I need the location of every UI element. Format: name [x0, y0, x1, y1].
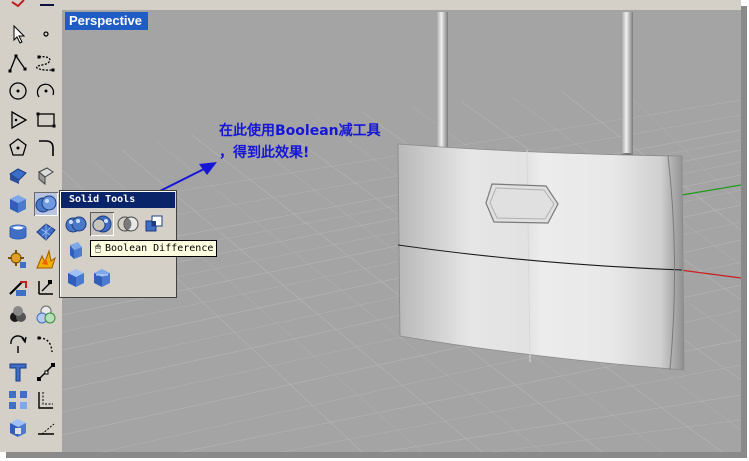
snap-icon[interactable] — [34, 416, 58, 440]
boolean-difference-tooltip: 🖱 Boolean Difference — [90, 240, 218, 257]
tooltip-text: Boolean Difference — [105, 243, 214, 254]
group-icon[interactable] — [6, 303, 30, 327]
bend-icon[interactable] — [34, 332, 58, 356]
window-shadow-right — [741, 6, 747, 455]
explode-icon[interactable] — [34, 248, 58, 272]
main-toolbar — [0, 0, 62, 452]
boolean-split-icon[interactable] — [142, 212, 166, 236]
layers-icon[interactable] — [6, 388, 30, 412]
annotation-line-1: 在此使用Boolean减工具 — [219, 123, 381, 139]
extrude-icon[interactable] — [34, 164, 58, 188]
array-icon[interactable] — [34, 303, 58, 327]
boolean-intersection-icon[interactable] — [116, 212, 140, 236]
undo-icon[interactable] — [6, 0, 30, 10]
transform-icon[interactable] — [6, 248, 30, 272]
arc-icon[interactable] — [34, 79, 58, 103]
rectangle-icon[interactable] — [34, 108, 58, 132]
shackle-right — [621, 12, 633, 158]
y-axis-line — [681, 184, 741, 196]
annotation-line-2: ，得到此效果! — [219, 145, 310, 161]
shackle-left — [436, 12, 448, 158]
extract-surface-icon[interactable] — [64, 239, 88, 263]
solid-boolean-icon[interactable] — [34, 192, 58, 216]
surface-icon[interactable] — [6, 164, 30, 188]
window-shadow-bottom — [6, 452, 747, 458]
select-arrow-icon[interactable] — [6, 22, 30, 46]
application-window: Perspective 在此使用Boolean减工具 ，得到此效果! Solid… — [0, 0, 741, 452]
circle-icon[interactable] — [6, 79, 30, 103]
dimension-icon[interactable] — [34, 360, 58, 384]
offset-icon[interactable] — [34, 388, 58, 412]
ellipse-icon[interactable] — [6, 136, 30, 160]
fillet-icon[interactable] — [34, 136, 58, 160]
box-icon[interactable] — [6, 192, 30, 216]
solid-box-icon[interactable] — [64, 266, 88, 290]
boolean-difference-icon[interactable] — [90, 212, 114, 236]
mesh-icon[interactable] — [34, 220, 58, 244]
rotate-icon[interactable] — [6, 332, 30, 356]
polyline-icon[interactable] — [6, 51, 30, 75]
render-icon[interactable] — [6, 416, 30, 440]
viewport-title[interactable]: Perspective — [65, 12, 148, 30]
x-axis-line — [679, 269, 741, 279]
solid-tools-title[interactable]: Solid Tools — [61, 192, 175, 208]
cylinder-icon[interactable] — [6, 220, 30, 244]
boolean-union-icon[interactable] — [64, 212, 88, 236]
curve-icon[interactable] — [34, 51, 58, 75]
trim-icon[interactable] — [6, 276, 30, 300]
line-icon[interactable] — [34, 0, 58, 10]
split-icon[interactable] — [34, 276, 58, 300]
point-icon[interactable] — [34, 22, 58, 46]
merge-faces-icon[interactable] — [90, 266, 114, 290]
annotation-text: 在此使用Boolean减工具 ，得到此效果! — [219, 120, 381, 164]
padlock-body — [397, 143, 685, 371]
mouse-icon: 🖱 — [95, 243, 101, 254]
text-icon[interactable] — [6, 360, 30, 384]
polygon-icon[interactable] — [6, 108, 30, 132]
